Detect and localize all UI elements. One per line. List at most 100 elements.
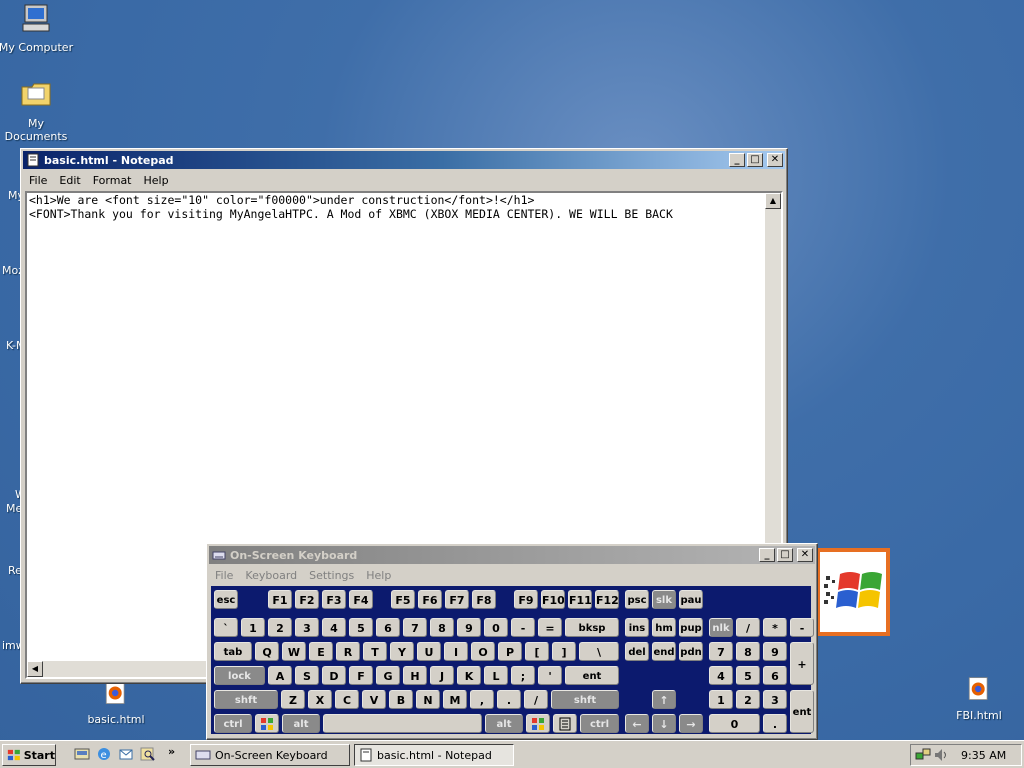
key-left-ctrl[interactable]: ctrl bbox=[214, 714, 252, 733]
outlook-express-icon[interactable] bbox=[118, 746, 134, 762]
maximize-button[interactable]: □ bbox=[777, 548, 793, 562]
key-delete[interactable]: del bbox=[625, 642, 649, 661]
key-num-slash[interactable]: / bbox=[736, 618, 760, 637]
key-space[interactable] bbox=[323, 714, 482, 733]
volume-icon[interactable] bbox=[933, 747, 949, 763]
key-1[interactable]: 1 bbox=[241, 618, 265, 637]
key-f3[interactable]: F3 bbox=[322, 590, 346, 609]
key-f11[interactable]: F11 bbox=[568, 590, 592, 609]
key-application[interactable] bbox=[553, 714, 577, 733]
key-num-minus[interactable]: - bbox=[790, 618, 814, 637]
key-0[interactable]: 0 bbox=[484, 618, 508, 637]
taskbar-button-notepad[interactable]: basic.html - Notepad bbox=[354, 744, 514, 766]
key-i[interactable]: I bbox=[444, 642, 468, 661]
key-x[interactable]: X bbox=[308, 690, 332, 709]
key-left-shift[interactable]: shft bbox=[214, 690, 278, 709]
key-4[interactable]: 4 bbox=[322, 618, 346, 637]
key-enter[interactable]: ent bbox=[565, 666, 619, 685]
key-end[interactable]: end bbox=[652, 642, 676, 661]
key-num-lock[interactable]: nlk bbox=[709, 618, 733, 637]
key-y[interactable]: Y bbox=[390, 642, 414, 661]
key-b[interactable]: B bbox=[389, 690, 413, 709]
key-esc[interactable]: esc bbox=[214, 590, 238, 609]
key-f2[interactable]: F2 bbox=[295, 590, 319, 609]
key-num-3[interactable]: 3 bbox=[763, 690, 787, 709]
desktop-icon-basic-html[interactable]: basic.html bbox=[76, 680, 156, 726]
key-t[interactable]: T bbox=[363, 642, 387, 661]
key-h[interactable]: H bbox=[403, 666, 427, 685]
key-f12[interactable]: F12 bbox=[595, 590, 619, 609]
search-icon[interactable] bbox=[140, 746, 156, 762]
desktop-icon-fbi-html[interactable]: FBI.html bbox=[939, 676, 1019, 722]
key-g[interactable]: G bbox=[376, 666, 400, 685]
on-screen-keyboard-window[interactable]: On-Screen Keyboard _ □ ✕ File Keyboard S… bbox=[206, 543, 818, 740]
key-f[interactable]: F bbox=[349, 666, 373, 685]
key-s[interactable]: S bbox=[295, 666, 319, 685]
key-page-down[interactable]: pdn bbox=[679, 642, 703, 661]
key-a[interactable]: A bbox=[268, 666, 292, 685]
key-pause[interactable]: pau bbox=[679, 590, 703, 609]
notepad-titlebar[interactable]: basic.html - Notepad _ □ ✕ bbox=[23, 151, 785, 169]
key-k[interactable]: K bbox=[457, 666, 481, 685]
menu-edit[interactable]: Edit bbox=[53, 174, 86, 187]
key-quote[interactable]: ' bbox=[538, 666, 562, 685]
key-right-shift[interactable]: shft bbox=[551, 690, 619, 709]
key-equals[interactable]: = bbox=[538, 618, 562, 637]
key-backspace[interactable]: bksp bbox=[565, 618, 619, 637]
menu-keyboard[interactable]: Keyboard bbox=[239, 569, 303, 582]
key-insert[interactable]: ins bbox=[625, 618, 649, 637]
quick-launch-chevron[interactable]: » bbox=[168, 745, 175, 758]
scroll-up-button[interactable]: ▲ bbox=[765, 193, 781, 209]
key-arrow-down[interactable]: ↓ bbox=[652, 714, 676, 733]
key-6[interactable]: 6 bbox=[376, 618, 400, 637]
menu-file[interactable]: File bbox=[209, 569, 239, 582]
key-backtick[interactable]: ` bbox=[214, 618, 238, 637]
taskbar-button-osk[interactable]: On-Screen Keyboard bbox=[190, 744, 350, 766]
key-m[interactable]: M bbox=[443, 690, 467, 709]
start-button[interactable]: Start bbox=[2, 744, 56, 766]
key-l[interactable]: L bbox=[484, 666, 508, 685]
key-f8[interactable]: F8 bbox=[472, 590, 496, 609]
desktop-icon-my-computer[interactable]: My Computer bbox=[0, 2, 76, 54]
key-page-up[interactable]: pup bbox=[679, 618, 703, 637]
key-f4[interactable]: F4 bbox=[349, 590, 373, 609]
key-p[interactable]: P bbox=[498, 642, 522, 661]
maximize-button[interactable]: □ bbox=[747, 153, 763, 167]
key-num-1[interactable]: 1 bbox=[709, 690, 733, 709]
key-arrow-right[interactable]: → bbox=[679, 714, 703, 733]
key-right-bracket[interactable]: ] bbox=[552, 642, 576, 661]
key-2[interactable]: 2 bbox=[268, 618, 292, 637]
desktop-icon-my-documents[interactable]: My Documents bbox=[0, 78, 76, 143]
key-num-enter[interactable]: ent bbox=[790, 690, 814, 733]
key-period[interactable]: . bbox=[497, 690, 521, 709]
key-5[interactable]: 5 bbox=[349, 618, 373, 637]
key-q[interactable]: Q bbox=[255, 642, 279, 661]
key-home[interactable]: hm bbox=[652, 618, 676, 637]
key-f5[interactable]: F5 bbox=[391, 590, 415, 609]
key-num-0[interactable]: 0 bbox=[709, 714, 760, 733]
menu-file[interactable]: File bbox=[23, 174, 53, 187]
key-o[interactable]: O bbox=[471, 642, 495, 661]
key-num-4[interactable]: 4 bbox=[709, 666, 733, 685]
key-comma[interactable]: , bbox=[470, 690, 494, 709]
key-print-screen[interactable]: psc bbox=[625, 590, 649, 609]
key-d[interactable]: D bbox=[322, 666, 346, 685]
key-left-bracket[interactable]: [ bbox=[525, 642, 549, 661]
scroll-left-button[interactable]: ◀ bbox=[27, 661, 43, 677]
key-n[interactable]: N bbox=[416, 690, 440, 709]
key-right-windows[interactable] bbox=[526, 714, 550, 733]
internet-explorer-icon[interactable]: e bbox=[96, 746, 112, 762]
key-f1[interactable]: F1 bbox=[268, 590, 292, 609]
key-num-7[interactable]: 7 bbox=[709, 642, 733, 661]
key-minus[interactable]: - bbox=[511, 618, 535, 637]
close-button[interactable]: ✕ bbox=[797, 548, 813, 562]
key-slash[interactable]: / bbox=[524, 690, 548, 709]
network-icon[interactable] bbox=[915, 747, 931, 763]
key-num-dot[interactable]: . bbox=[763, 714, 787, 733]
menu-settings[interactable]: Settings bbox=[303, 569, 360, 582]
osk-titlebar[interactable]: On-Screen Keyboard _ □ ✕ bbox=[209, 546, 815, 564]
key-num-2[interactable]: 2 bbox=[736, 690, 760, 709]
key-3[interactable]: 3 bbox=[295, 618, 319, 637]
close-button[interactable]: ✕ bbox=[767, 153, 783, 167]
key-num-8[interactable]: 8 bbox=[736, 642, 760, 661]
